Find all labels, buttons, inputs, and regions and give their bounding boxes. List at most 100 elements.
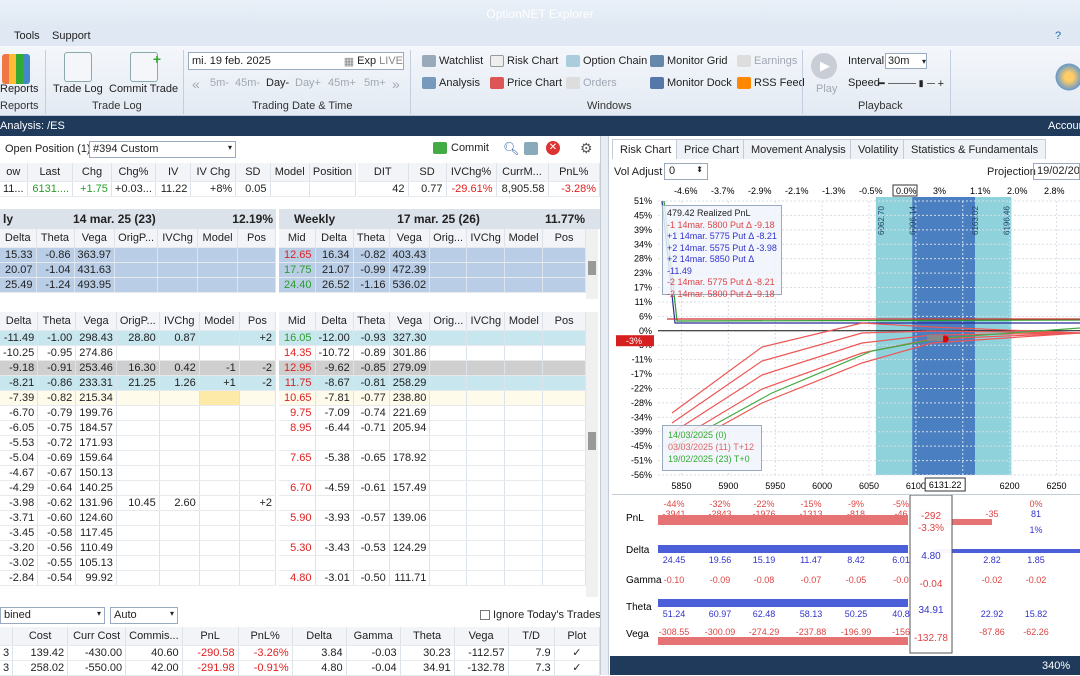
scrollbar[interactable]: [586, 312, 598, 597]
table-row[interactable]: -3.71 -0.60 124.60: [0, 510, 277, 526]
reports-icon[interactable]: [2, 54, 30, 84]
table-row[interactable]: 9.75 -7.09 -0.74 221.69: [279, 405, 586, 421]
table-cell[interactable]: ✓: [554, 660, 601, 676]
table-row[interactable]: [279, 525, 586, 541]
orders-button[interactable]: Orders: [566, 77, 617, 89]
table-row[interactable]: -7.39 -0.82 215.34: [0, 390, 277, 406]
commit-trade-button[interactable]: Commit Trade: [109, 83, 178, 95]
monitor-dock-button[interactable]: Monitor Dock: [650, 77, 732, 89]
tab-volatility[interactable]: Volatility: [850, 139, 907, 159]
table-row[interactable]: [279, 495, 586, 511]
scrollbar-top[interactable]: [586, 229, 598, 299]
step-day-back[interactable]: Day-: [266, 77, 289, 89]
close-icon[interactable]: ✕: [546, 141, 560, 155]
live-label: LIVE: [379, 55, 403, 67]
table-row[interactable]: [279, 465, 586, 481]
reports-button[interactable]: Reports: [0, 83, 39, 95]
step-45m-back[interactable]: 45m-: [235, 77, 260, 89]
analysis-button[interactable]: Analysis: [422, 77, 480, 89]
commit-trade-icon[interactable]: +: [130, 51, 161, 82]
vol-adjust-input[interactable]: 0 ⬍: [664, 163, 708, 180]
speed-slider[interactable]: ━ ▮ +: [878, 77, 944, 91]
tab-movement-analysis[interactable]: Movement Analysis: [743, 139, 854, 159]
table-row[interactable]: 14.35 -10.72 -0.89 301.86: [279, 345, 586, 361]
table-cell: -0.69: [37, 450, 77, 466]
table-row[interactable]: 5.90 -3.93 -0.57 139.06: [279, 510, 586, 526]
analysis-tab[interactable]: Analysis: /ES: [0, 120, 65, 132]
table-cell: -10.72: [315, 345, 354, 361]
position-select[interactable]: #394 Custom ▾: [89, 141, 236, 158]
play-button[interactable]: Play: [816, 83, 837, 95]
table-row[interactable]: [279, 555, 586, 571]
table-row[interactable]: 12.95 -9.62 -0.85 279.09: [279, 360, 586, 376]
x-tick-label: 5950: [765, 481, 785, 491]
interval-select[interactable]: 30m ▾: [885, 53, 927, 69]
step-day-fwd[interactable]: Day+: [295, 77, 321, 89]
account-tab[interactable]: Accoun: [1048, 120, 1080, 132]
top-pct-label: -3.7%: [711, 186, 735, 196]
calendar-icon[interactable]: ▦: [344, 55, 354, 68]
table-row[interactable]: -2.84 -0.54 99.92: [0, 570, 277, 586]
table-row[interactable]: 4.80 -3.01 -0.50 111.71: [279, 570, 586, 586]
table-row[interactable]: -3.45 -0.58 117.45: [0, 525, 277, 541]
table-cell[interactable]: ✓: [554, 645, 601, 661]
step-45m-fwd[interactable]: 45m+: [328, 77, 356, 89]
table-cell: [159, 480, 200, 496]
option-chain-button[interactable]: Option Chain: [566, 55, 647, 67]
table-row[interactable]: 6.70 -4.59 -0.61 157.49: [279, 480, 586, 496]
menu-support[interactable]: Support: [52, 30, 91, 42]
menu-tools[interactable]: Tools: [14, 30, 40, 42]
step-fwd-icon[interactable]: »: [392, 76, 400, 92]
table-row[interactable]: -5.04 -0.69 159.64: [0, 450, 277, 466]
ignore-trades-checkbox[interactable]: Ignore Today's Trades: [480, 609, 601, 621]
table-row[interactable]: [279, 435, 586, 451]
tab-risk-chart[interactable]: Risk Chart: [612, 139, 680, 159]
table-row[interactable]: 10.65 -7.81 -0.77 238.80: [279, 390, 586, 406]
play-icon[interactable]: ▶: [811, 53, 837, 79]
step-5m-back[interactable]: 5m-: [210, 77, 229, 89]
combine-select[interactable]: bined ▾: [0, 607, 105, 624]
table-row[interactable]: -6.70 -0.79 199.76: [0, 405, 277, 421]
table-row[interactable]: -10.25 -0.95 274.86: [0, 345, 277, 361]
monitor-grid-button[interactable]: Monitor Grid: [650, 55, 728, 67]
risk-chart-button[interactable]: Risk Chart: [490, 55, 558, 67]
table-row[interactable]: -8.21 -0.86 233.31 21.25 1.26 +1 -2: [0, 375, 277, 391]
table-row[interactable]: 5.30 -3.43 -0.53 124.29: [279, 540, 586, 556]
search-icon[interactable]: 🔍︎: [503, 141, 520, 157]
table-row[interactable]: 7.65 -5.38 -0.65 178.92: [279, 450, 586, 466]
table-row[interactable]: -9.18 -0.91 253.46 16.30 0.42 -1 -2: [0, 360, 277, 376]
watchlist-button[interactable]: Watchlist: [422, 55, 483, 67]
tab-statistics[interactable]: Statistics & Fundamentals: [903, 139, 1047, 159]
commit-button[interactable]: Commit: [433, 142, 489, 154]
table-row[interactable]: -4.29 -0.64 140.25: [0, 480, 277, 496]
export-icon[interactable]: [524, 142, 538, 155]
table-row[interactable]: -3.98 -0.62 131.96 10.45 2.60 +2: [0, 495, 277, 511]
tab-price-chart[interactable]: Price Chart: [676, 139, 748, 159]
table-row[interactable]: 8.95 -6.44 -0.71 205.94: [279, 420, 586, 436]
table-row[interactable]: -3.02 -0.55 105.13: [0, 555, 277, 571]
help-icon[interactable]: ?: [1055, 30, 1061, 42]
price-chart-button[interactable]: Price Chart: [490, 77, 562, 89]
trade-row[interactable]: 3 258.02 -550.00 42.00 -291.98 -0.91% 4.80 -0.0…: [0, 660, 601, 676]
table-row[interactable]: -6.05 -0.75 184.57: [0, 420, 277, 436]
trade-row[interactable]: 3 139.42 -430.00 40.60 -290.58 -3.26% 3.84 -0.0…: [0, 645, 601, 661]
table-row[interactable]: -4.67 -0.67 150.13: [0, 465, 277, 481]
earnings-button[interactable]: Earnings: [737, 55, 797, 67]
table-row[interactable]: -3.20 -0.56 110.49: [0, 540, 277, 556]
date-field[interactable]: mi. 19 feb. 2025 ▦ Exp LIVE: [188, 52, 404, 70]
projection-input[interactable]: 19/02/202: [1033, 163, 1080, 180]
auto-select[interactable]: Auto ▾: [110, 607, 178, 624]
pnl-val: 81: [1031, 509, 1041, 519]
table-row[interactable]: 11.75 -8.67 -0.81 258.29: [279, 375, 586, 391]
trade-log-icon[interactable]: [64, 52, 92, 82]
table-row[interactable]: -5.53 -0.72 171.93: [0, 435, 277, 451]
table-cell: [429, 360, 468, 376]
step-back-icon[interactable]: «: [192, 76, 200, 92]
rss-feed-button[interactable]: RSS Feed: [737, 77, 805, 89]
trade-log-button[interactable]: Trade Log: [53, 83, 103, 95]
table-row[interactable]: 16.05 -12.00 -0.93 327.30: [279, 330, 586, 346]
table-row[interactable]: -11.49 -1.00 298.43 28.80 0.87 +2: [0, 330, 277, 346]
gear-icon[interactable]: ⚙: [580, 140, 593, 157]
step-5m-fwd[interactable]: 5m+: [364, 77, 386, 89]
splitter[interactable]: [600, 136, 609, 675]
